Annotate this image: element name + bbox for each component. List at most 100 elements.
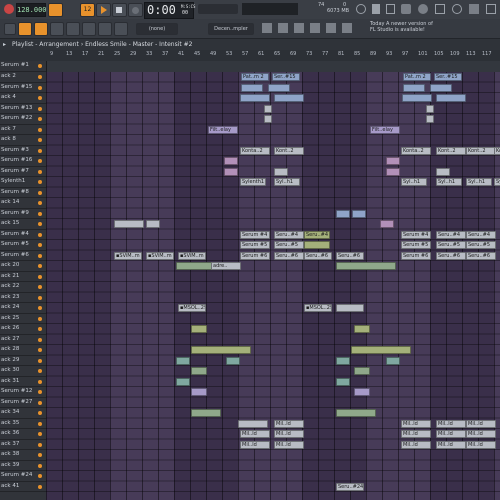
track-enable-icon[interactable]: [38, 159, 42, 163]
playlist-clip[interactable]: Mil..ld: [274, 440, 304, 449]
playlist-clip[interactable]: [336, 262, 396, 271]
playlist-clip[interactable]: [226, 356, 240, 365]
track-header[interactable]: Serum #1: [0, 61, 46, 72]
playlist-grid[interactable]: Pat..m 2 Ser..#15 Pat..m 2 Ser..#15 Filt..el…: [46, 72, 500, 500]
playlist-clip[interactable]: Ser..#15: [272, 73, 300, 82]
playlist-clip[interactable]: Syl..h1: [466, 178, 492, 187]
track-enable-icon[interactable]: [38, 379, 42, 384]
playlist-clip[interactable]: Kont..2: [436, 146, 466, 155]
track-header[interactable]: ack 34: [0, 408, 46, 419]
track-header[interactable]: ack 21: [0, 272, 46, 282]
track-header[interactable]: ack 15: [0, 219, 46, 230]
playlist-clip[interactable]: [426, 115, 434, 124]
playlist-clip[interactable]: Mil..ld: [401, 419, 431, 428]
playlist-clip[interactable]: [386, 157, 400, 166]
track-enable-icon[interactable]: [38, 274, 42, 279]
playlist-clip[interactable]: [386, 167, 400, 176]
playlist-clip[interactable]: [240, 94, 270, 103]
pattern-selector[interactable]: (none): [136, 23, 178, 35]
tool-button-1[interactable]: [18, 22, 32, 36]
track-header[interactable]: ack 4: [0, 93, 46, 104]
track-enable-icon[interactable]: [38, 222, 42, 226]
track-enable-icon[interactable]: [38, 442, 42, 447]
playlist-clip[interactable]: [176, 356, 190, 365]
toolbar-icon-9[interactable]: [486, 4, 496, 14]
track-enable-icon[interactable]: [38, 369, 42, 373]
track-header[interactable]: Serum #13: [0, 104, 46, 114]
playlist-clip[interactable]: Serum #5: [401, 241, 431, 250]
toolbar-icon-15[interactable]: [342, 23, 352, 33]
tool-button-5[interactable]: [82, 22, 96, 36]
toolbar-icon-6[interactable]: [435, 4, 445, 14]
playlist-clip[interactable]: [354, 325, 370, 334]
track-header[interactable]: Serum #27: [0, 398, 46, 408]
track-header[interactable]: Sylenth1: [0, 177, 46, 188]
playlist-clip[interactable]: [191, 367, 207, 376]
playlist-clip[interactable]: [386, 356, 400, 365]
track-enable-icon[interactable]: [38, 306, 42, 310]
playlist-clip[interactable]: Seru..#6: [304, 251, 332, 260]
track-enable-icon[interactable]: [38, 190, 42, 195]
playlist-clip[interactable]: Serum #5: [240, 241, 270, 250]
playlist-clip[interactable]: [402, 94, 432, 103]
playlist-clip[interactable]: [224, 167, 238, 176]
track-header[interactable]: ack 37: [0, 440, 46, 450]
playlist-clip[interactable]: Mil..ld: [274, 419, 304, 428]
track-header[interactable]: ack 14: [0, 198, 46, 209]
playlist-clip[interactable]: Seru..#5: [466, 241, 496, 250]
toolbar-icon-3[interactable]: [386, 4, 395, 14]
track-header[interactable]: ack 41: [0, 482, 46, 492]
track-header[interactable]: ack 26: [0, 324, 46, 335]
playlist-clip[interactable]: Kont..2: [494, 146, 500, 155]
playlist-clip[interactable]: [352, 209, 366, 218]
playlist-clip[interactable]: [191, 325, 207, 334]
playlist-clip[interactable]: [336, 377, 350, 386]
playlist-clip[interactable]: Syl..h1: [436, 178, 462, 187]
playlist-clip[interactable]: Mil..ld: [240, 430, 270, 439]
playlist-clip[interactable]: Serum #6: [240, 251, 270, 260]
playlist-clip[interactable]: Syl..h1: [401, 178, 427, 187]
toolbar-icon-2[interactable]: [372, 4, 380, 14]
playlist-clip[interactable]: [268, 83, 290, 92]
play-button[interactable]: [96, 3, 111, 17]
playlist-clip[interactable]: Seru..#4: [436, 230, 466, 239]
track-header[interactable]: ack 22: [0, 282, 46, 293]
track-enable-icon[interactable]: [38, 85, 42, 90]
track-enable-icon[interactable]: [38, 295, 42, 300]
track-header[interactable]: Serum #7: [0, 167, 46, 177]
playlist-clip[interactable]: Seru..#6: [274, 251, 304, 260]
playlist-clip[interactable]: [336, 209, 350, 218]
track-enable-icon[interactable]: [38, 348, 42, 352]
track-enable-icon[interactable]: [38, 400, 42, 405]
toolbar-icon-1[interactable]: [356, 4, 366, 14]
track-header[interactable]: Serum #4: [0, 230, 46, 240]
track-enable-icon[interactable]: [38, 358, 42, 363]
pattern-mode-button[interactable]: [48, 3, 63, 17]
track-enable-icon[interactable]: [38, 285, 42, 289]
record-button[interactable]: [128, 3, 143, 17]
playlist-clip[interactable]: Mil..ld: [274, 430, 304, 439]
playlist-clip[interactable]: [403, 83, 425, 92]
playlist-clip[interactable]: Mil..ld: [401, 430, 431, 439]
track-header[interactable]: Serum #15: [0, 83, 46, 93]
track-header[interactable]: ack 29: [0, 356, 46, 366]
playlist-clip[interactable]: Kont..2: [274, 146, 304, 155]
playlist-clip[interactable]: Seru..#5: [436, 241, 466, 250]
playlist-clip[interactable]: Syl..h1: [494, 178, 500, 187]
playlist-clip[interactable]: Mil..ld: [436, 440, 466, 449]
playlist-clip[interactable]: [176, 377, 190, 386]
playlist-clip[interactable]: Sylenth1: [240, 178, 266, 187]
playlist-clip[interactable]: Serum #4: [240, 230, 270, 239]
playlist-clip[interactable]: Filt..elay: [370, 125, 400, 134]
track-enable-icon[interactable]: [38, 421, 42, 426]
playlist-clip[interactable]: [146, 220, 160, 229]
channel-selector[interactable]: Decen..mpler: [208, 23, 254, 35]
playlist-clip[interactable]: Filt..elay: [208, 125, 238, 134]
track-enable-icon[interactable]: [38, 264, 42, 268]
playlist-clip[interactable]: [430, 83, 452, 92]
tool-button-2[interactable]: [34, 22, 48, 36]
playlist-clip[interactable]: [224, 157, 238, 166]
playlist-clip[interactable]: ▪SViM..m: [114, 251, 142, 260]
playlist-clip[interactable]: [336, 356, 350, 365]
track-header[interactable]: Serum #6: [0, 251, 46, 261]
